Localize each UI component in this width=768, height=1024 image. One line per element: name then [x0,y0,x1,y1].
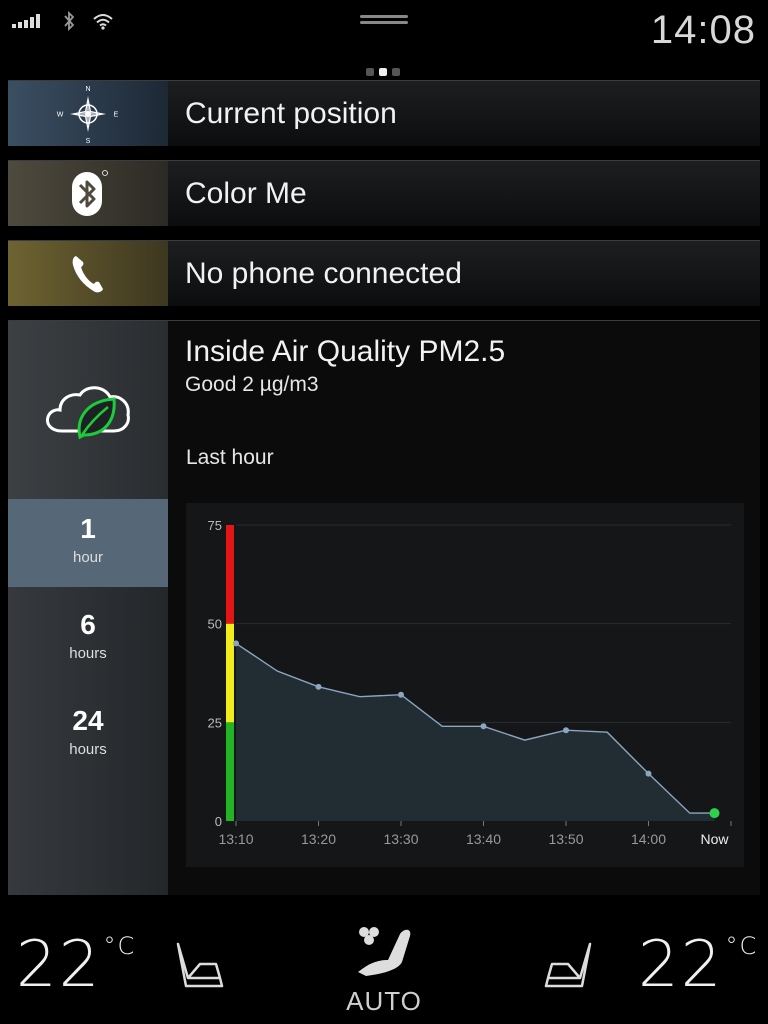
air-quality-chart-box: 0 25 50 75 13:10 13:20 13:30 13:40 13:50 14:00 Now [186,503,744,867]
range-24-hours-button[interactable]: 24 hours [8,691,168,779]
wifi-icon [93,14,113,30]
svg-text:N: N [85,86,90,93]
page-dot [392,68,400,76]
y-tick-label: 75 [208,518,222,533]
passenger-temperature[interactable]: 22°C [638,928,758,1002]
signal-strength-icon [12,14,40,28]
chart-period-label: Last hour [186,446,274,469]
bluetooth-icon [72,169,108,216]
threshold-band [226,525,234,624]
range-6-hours-button[interactable]: 6 hours [8,595,168,683]
x-tick-label: 14:00 [631,831,666,847]
driver-temperature[interactable]: 22°C [16,928,136,1002]
svg-text:S: S [86,138,91,145]
svg-text:E: E [114,111,119,118]
range-1-hour-button[interactable]: 1 hour [8,499,168,587]
data-point [645,770,652,777]
passenger-seat-heat-icon[interactable] [540,940,596,992]
page-indicator [366,68,400,76]
pull-down-handle[interactable] [360,15,408,27]
climate-auto-button[interactable]: AUTO [340,986,428,1017]
air-quality-chart: 0 25 50 75 13:10 13:20 13:30 13:40 13:50 14:00 Now [208,518,732,847]
air-quality-status: Good 2 µg/m3 [185,373,319,396]
threshold-band [226,722,234,821]
navigation-tile[interactable]: N S W E Current position [8,80,760,146]
driver-seat-heat-icon[interactable] [172,940,228,992]
x-tick-label: 13:50 [548,831,583,847]
phone-tile[interactable]: No phone connected [8,240,760,306]
navigation-label: Current position [185,96,397,130]
svg-text:W: W [57,111,64,118]
media-label: Color Me [185,176,307,210]
phone-label: No phone connected [185,256,462,290]
status-bar: 14:08 [0,0,768,62]
x-tick-label: Now [700,831,729,847]
cloud-leaf-icon [46,386,130,440]
data-point [480,723,487,730]
climate-bar: 22°C AUTO 22°C [0,898,768,1024]
phone-icon [72,255,103,292]
page-dot-active [379,68,387,76]
y-tick-label: 50 [208,617,222,632]
now-point [709,808,720,819]
series-area [236,643,715,821]
fan-airflow-icon[interactable] [350,922,420,978]
air-quality-title: Inside Air Quality PM2.5 [185,335,506,368]
data-point [315,683,322,690]
page-dot [366,68,374,76]
y-tick-label: 0 [215,814,222,829]
bluetooth-status-icon [64,10,75,32]
air-quality-panel: 1 hour 6 hours 24 hours Inside Air Quali… [8,320,760,895]
clock: 14:08 [650,8,756,52]
x-tick-label: 13:10 [218,831,253,847]
data-point [233,640,239,647]
data-point [563,727,569,734]
data-point [398,691,404,698]
media-tile[interactable]: Color Me [8,160,760,226]
x-tick-label: 13:30 [383,831,418,847]
compass-icon: N S W E [57,86,119,145]
x-tick-label: 13:40 [466,831,501,847]
x-tick-label: 13:20 [301,831,336,847]
y-tick-label: 25 [208,715,222,730]
range-sidebar: 1 hour 6 hours 24 hours [8,321,168,895]
threshold-band [226,623,234,723]
